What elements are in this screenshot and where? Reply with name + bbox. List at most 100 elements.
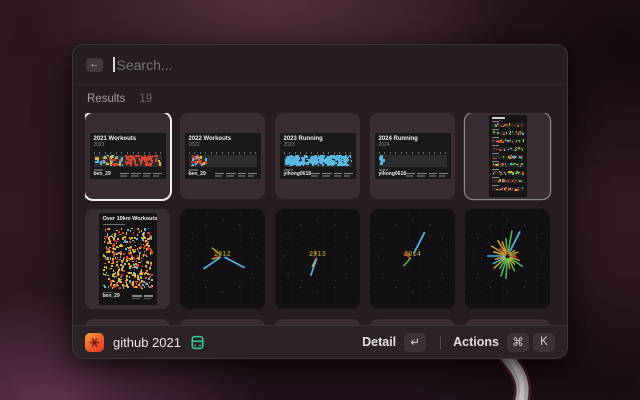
heatmap-dot	[506, 132, 508, 134]
result-card-poster[interactable]	[465, 113, 550, 199]
heatmap-dot	[135, 245, 136, 246]
heatmap-dot	[145, 265, 147, 267]
result-card-2014[interactable]: 2014	[370, 209, 455, 309]
result-card-2012[interactable]: 2012	[180, 209, 265, 309]
heatmap-dot	[151, 160, 152, 162]
heatmap-dot	[150, 286, 151, 288]
back-button[interactable]: ←	[86, 58, 103, 72]
result-card-2024-running[interactable]: 2024 Running 2024 yihong0618	[370, 113, 455, 199]
heatmap-dot	[508, 188, 510, 190]
heatmap-dot	[110, 251, 112, 253]
multi-year-poster-thumbnail	[489, 115, 527, 197]
thumb-footer: yihong0618	[379, 169, 447, 177]
heatmap-dot	[136, 260, 138, 262]
heatmap-dot	[518, 140, 520, 142]
heatmap-dot	[113, 243, 115, 245]
heatmap-dot	[350, 156, 352, 158]
heatmap-dot	[155, 160, 158, 162]
heatmap-dot	[512, 173, 514, 175]
heatmap-dot	[149, 282, 150, 283]
heatmap-dot	[193, 156, 196, 158]
heatmap-dot	[516, 131, 517, 133]
heatmap-dot	[494, 171, 496, 173]
heatmap-dot	[118, 231, 120, 232]
heatmap-dot	[522, 174, 523, 175]
heatmap-dot	[522, 149, 523, 151]
heatmap-dot	[110, 268, 112, 269]
heatmap-dot	[106, 251, 108, 252]
heatmap-dot	[502, 142, 504, 143]
heatmap-dot	[151, 237, 152, 240]
heatmap-dot	[523, 139, 524, 141]
heatmap-dot	[113, 159, 115, 161]
heatmap-dot	[126, 276, 128, 278]
heatmap-dot	[195, 163, 197, 165]
heatmap-dot	[522, 133, 523, 135]
heatmap-dot	[325, 160, 327, 162]
heatmap-dot	[123, 287, 124, 289]
heatmap-dot	[337, 164, 339, 166]
thumb-heatmap	[284, 155, 352, 167]
heatmap-dot	[104, 236, 106, 238]
result-card-2023-running[interactable]: 2023 Running 2023 yihong0618	[275, 113, 360, 199]
heatmap-dot	[330, 158, 332, 160]
radial-year-chart: 2012	[180, 209, 265, 309]
heatmap-dot	[117, 282, 118, 284]
heatmap-dot	[119, 268, 120, 270]
heatmap-dot	[133, 272, 135, 274]
heatmap-dot	[503, 181, 504, 183]
heatmap-dot	[123, 258, 124, 260]
heatmap-dot	[111, 263, 113, 264]
heatmap-dot	[154, 155, 156, 157]
heatmap-dot	[345, 165, 347, 166]
heatmap-dot	[517, 189, 519, 191]
heatmap-dot	[122, 164, 124, 166]
heatmap-dot	[140, 163, 142, 165]
actions-label[interactable]: Actions	[453, 335, 499, 349]
heatmap-dot	[521, 125, 522, 126]
heatmap-dot	[148, 263, 150, 264]
heatmap-dot	[145, 277, 147, 279]
results-row-2: Over 10km Workouts ben_29 20122013201420…	[85, 209, 550, 309]
thumb-stats	[311, 173, 353, 177]
heatmap-dot	[151, 252, 153, 253]
heatmap-dot	[122, 232, 124, 234]
heatmap-dot	[504, 125, 506, 126]
heatmap-dot	[116, 246, 118, 248]
result-card-2013[interactable]: 2013	[275, 209, 360, 309]
search-input[interactable]	[117, 57, 555, 73]
thumb-month-axis	[189, 152, 257, 154]
heatmap-dot	[146, 255, 147, 257]
heatmap-dot	[115, 257, 117, 258]
heatmap-dot	[506, 180, 507, 182]
poster-thumbnail: 2022 Workouts 2022 ben_29	[185, 133, 261, 179]
heatmap-dot	[513, 163, 514, 164]
heatmap-dot	[200, 156, 203, 159]
heatmap-dot	[297, 159, 298, 162]
starburst-glyph	[88, 336, 101, 349]
heatmap-dot	[138, 257, 140, 259]
heatmap-dot	[205, 158, 208, 161]
heatmap-dot	[338, 161, 341, 164]
result-card-2018[interactable]: 2018	[465, 209, 550, 309]
detail-label[interactable]: Detail	[362, 335, 396, 349]
heatmap-dot	[516, 171, 518, 173]
result-card-2021-workouts[interactable]: 2021 Workouts 2021 ben_29	[85, 113, 170, 199]
result-card-over-10km-workouts[interactable]: Over 10km Workouts ben_29	[85, 209, 170, 309]
heatmap-dot	[110, 284, 111, 286]
heatmap-dot	[141, 288, 143, 290]
heatmap-dot	[124, 236, 126, 237]
heatmap-dot	[495, 158, 497, 159]
heatmap-dot	[519, 180, 521, 182]
heatmap-dot	[117, 285, 118, 286]
heatmap-dot	[103, 160, 105, 162]
heatmap-dot	[502, 187, 503, 188]
heatmap-dot	[114, 276, 115, 277]
heatmap-dot	[514, 190, 515, 191]
actions-key-badges: ⌘ K	[507, 333, 555, 352]
heatmap-dot	[522, 172, 523, 174]
heatmap-dot	[141, 266, 142, 267]
heatmap-dot	[111, 164, 113, 166]
heatmap-dot	[116, 264, 117, 266]
result-card-2022-workouts[interactable]: 2022 Workouts 2022 ben_29	[180, 113, 265, 199]
